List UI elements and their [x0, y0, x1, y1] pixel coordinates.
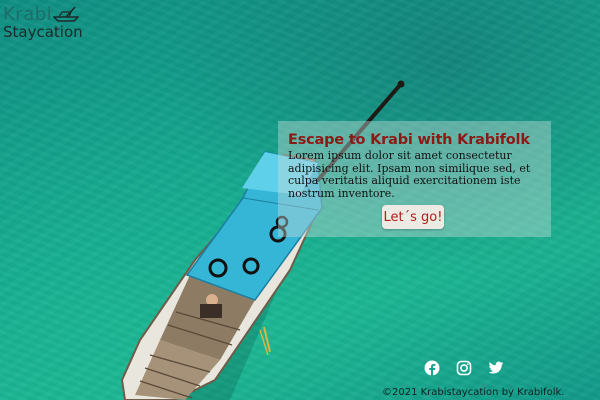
lets-go-button[interactable]: Let´s go! — [382, 205, 444, 229]
hero-title: Escape to Krabi with Krabifolk — [288, 132, 530, 148]
twitter-icon[interactable] — [488, 360, 504, 376]
footer-copyright: ©2021 Krabistaycation by Krabifolk. — [382, 387, 565, 398]
instagram-icon[interactable] — [456, 360, 472, 376]
hero-card: Escape to Krabi with Krabifolk Lorem ips… — [278, 121, 551, 237]
boat-icon — [53, 6, 80, 22]
social-links — [424, 360, 504, 376]
site-logo[interactable]: Krabi Staycation — [3, 6, 83, 40]
facebook-icon[interactable] — [424, 360, 440, 376]
hero-description: Lorem ipsum dolor sit amet consectetur a… — [288, 149, 531, 200]
logo-text-krabi: Krabi — [3, 4, 53, 25]
logo-text-staycation: Staycation — [3, 23, 83, 41]
